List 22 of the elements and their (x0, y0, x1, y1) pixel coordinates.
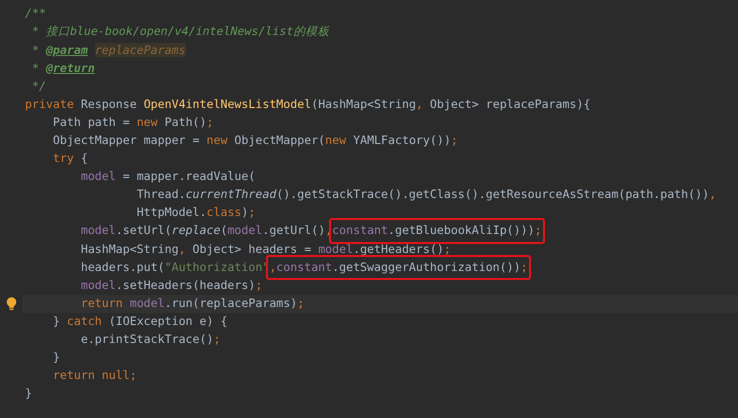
code-text: try { (52, 150, 88, 168)
code-text: e.printStackTrace(); (80, 331, 220, 348)
code-text: model = mapper.readValue( (80, 168, 256, 186)
code-text: Thread.currentThread().getStackTrace().getClass().getResourceAsStream(path.path()), (136, 186, 716, 204)
code-text: /** (25, 5, 46, 22)
code-text: * 接口blue-book/open/v4/intelNews/list的模板 (30, 23, 330, 40)
code-text: } catch (IOException e) { (52, 312, 228, 330)
code-text: ObjectMapper mapper = new ObjectMapper(new YAMLFactory()); (52, 132, 458, 149)
code-text: * @param replaceParams (30, 42, 186, 59)
code-text: Path path = new Path(); (52, 114, 214, 131)
code-text: } (52, 349, 60, 366)
code-text: return model.run(replaceParams); (80, 294, 304, 312)
lightbulb-icon[interactable] (6, 296, 16, 311)
code-text: } (25, 385, 32, 402)
code-text: model.setHeaders(headers); (80, 276, 262, 294)
code-text: */ (30, 78, 46, 95)
code-text: private Response OpenV4intelNewsListModel(HashMap<String, Object> replaceParams){ (25, 96, 590, 113)
highlight-box: constant.getBluebookAliIp())); (329, 218, 545, 244)
code-text: return null; (52, 367, 137, 384)
highlight-box: ,constant.getSwaggerAuthorization()); (266, 254, 531, 280)
code-text: HttpModel.class); (136, 204, 256, 222)
code-text: * @return (30, 60, 95, 77)
